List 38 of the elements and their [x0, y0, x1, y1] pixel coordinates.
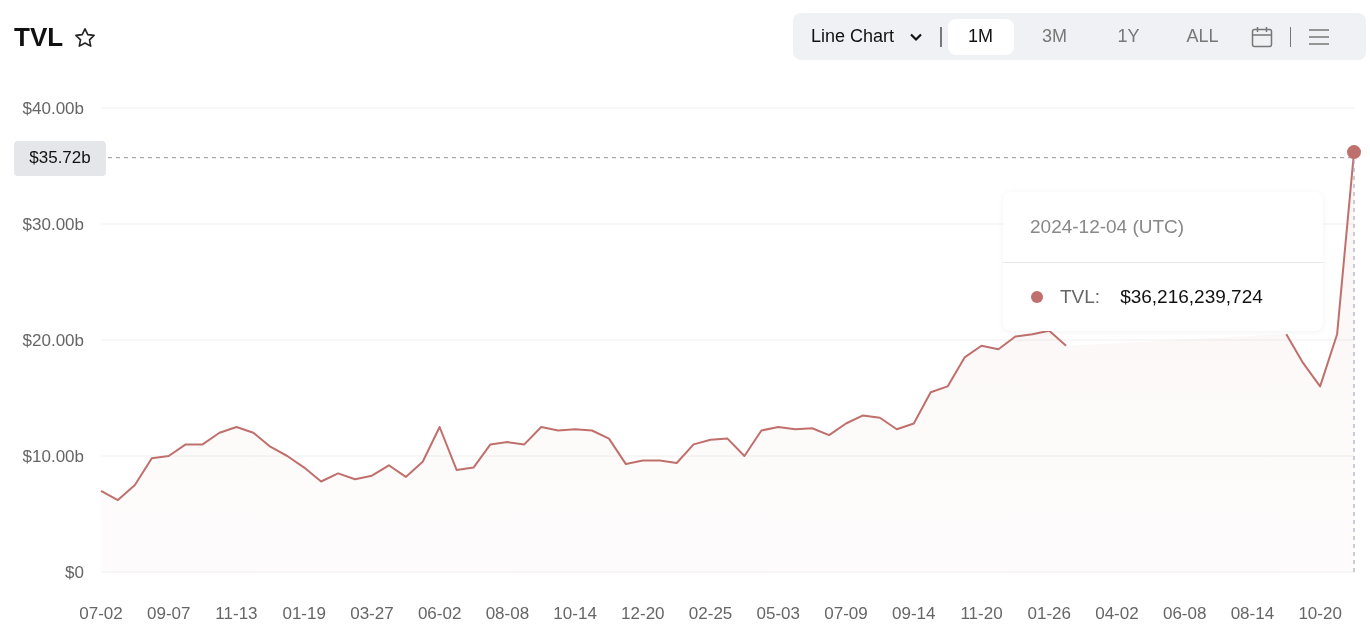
x-axis-label: 08-14	[1230, 604, 1275, 623]
y-axis-label: $10.00b	[22, 447, 84, 466]
y-axis-label: $40.00b	[22, 99, 84, 118]
star-icon[interactable]	[73, 25, 98, 50]
y-axis-label: $30.00b	[22, 215, 84, 234]
x-axis-label: 11-13	[215, 604, 258, 623]
range-tab[interactable]: 1M	[947, 18, 1014, 55]
range-tab[interactable]: 1Y	[1095, 18, 1162, 55]
x-axis-label: 09-07	[147, 604, 191, 623]
x-axis-label: 05-03	[756, 604, 801, 623]
y-axis-label: $0	[65, 563, 84, 582]
x-axis-label: 06-08	[1162, 604, 1207, 623]
x-axis-label: 04-02	[1095, 604, 1139, 623]
x-axis-label: 06-02	[417, 604, 462, 623]
x-axis-label: 07-02	[79, 604, 123, 623]
x-axis-label: 08-08	[485, 604, 530, 623]
range-tab[interactable]: 3M	[1021, 18, 1088, 55]
crosshair-value-label: $35.72b	[14, 140, 106, 176]
series-dot	[1031, 291, 1043, 303]
chart-type-dropdown[interactable]: Line Chart	[799, 20, 935, 53]
tooltip-value: $36,216,239,724	[1120, 286, 1263, 308]
hover-point	[1347, 145, 1361, 160]
x-axis-label: 10-20	[1298, 604, 1342, 623]
x-axis-label: 01-26	[1027, 604, 1071, 623]
x-axis-label: 09-14	[892, 604, 936, 623]
page-title: TVL	[14, 22, 64, 53]
x-axis-label: 12-20	[621, 604, 665, 623]
tooltip-series-name: TVL:	[1060, 286, 1101, 308]
range-tab[interactable]: ALL	[1169, 18, 1236, 55]
tooltip-date: 2024-12-04 (UTC)	[1003, 192, 1323, 263]
x-axis-label: 01-19	[282, 604, 326, 623]
calendar-icon[interactable]	[1249, 24, 1274, 49]
y-axis-label: $20.00b	[22, 331, 84, 350]
x-axis-label: 03-27	[350, 604, 394, 623]
x-axis-label: 10-14	[553, 604, 597, 623]
x-axis-label: 07-09	[824, 604, 868, 623]
x-axis-label: 02-25	[688, 604, 733, 623]
x-axis-label: 11-20	[960, 604, 1003, 623]
